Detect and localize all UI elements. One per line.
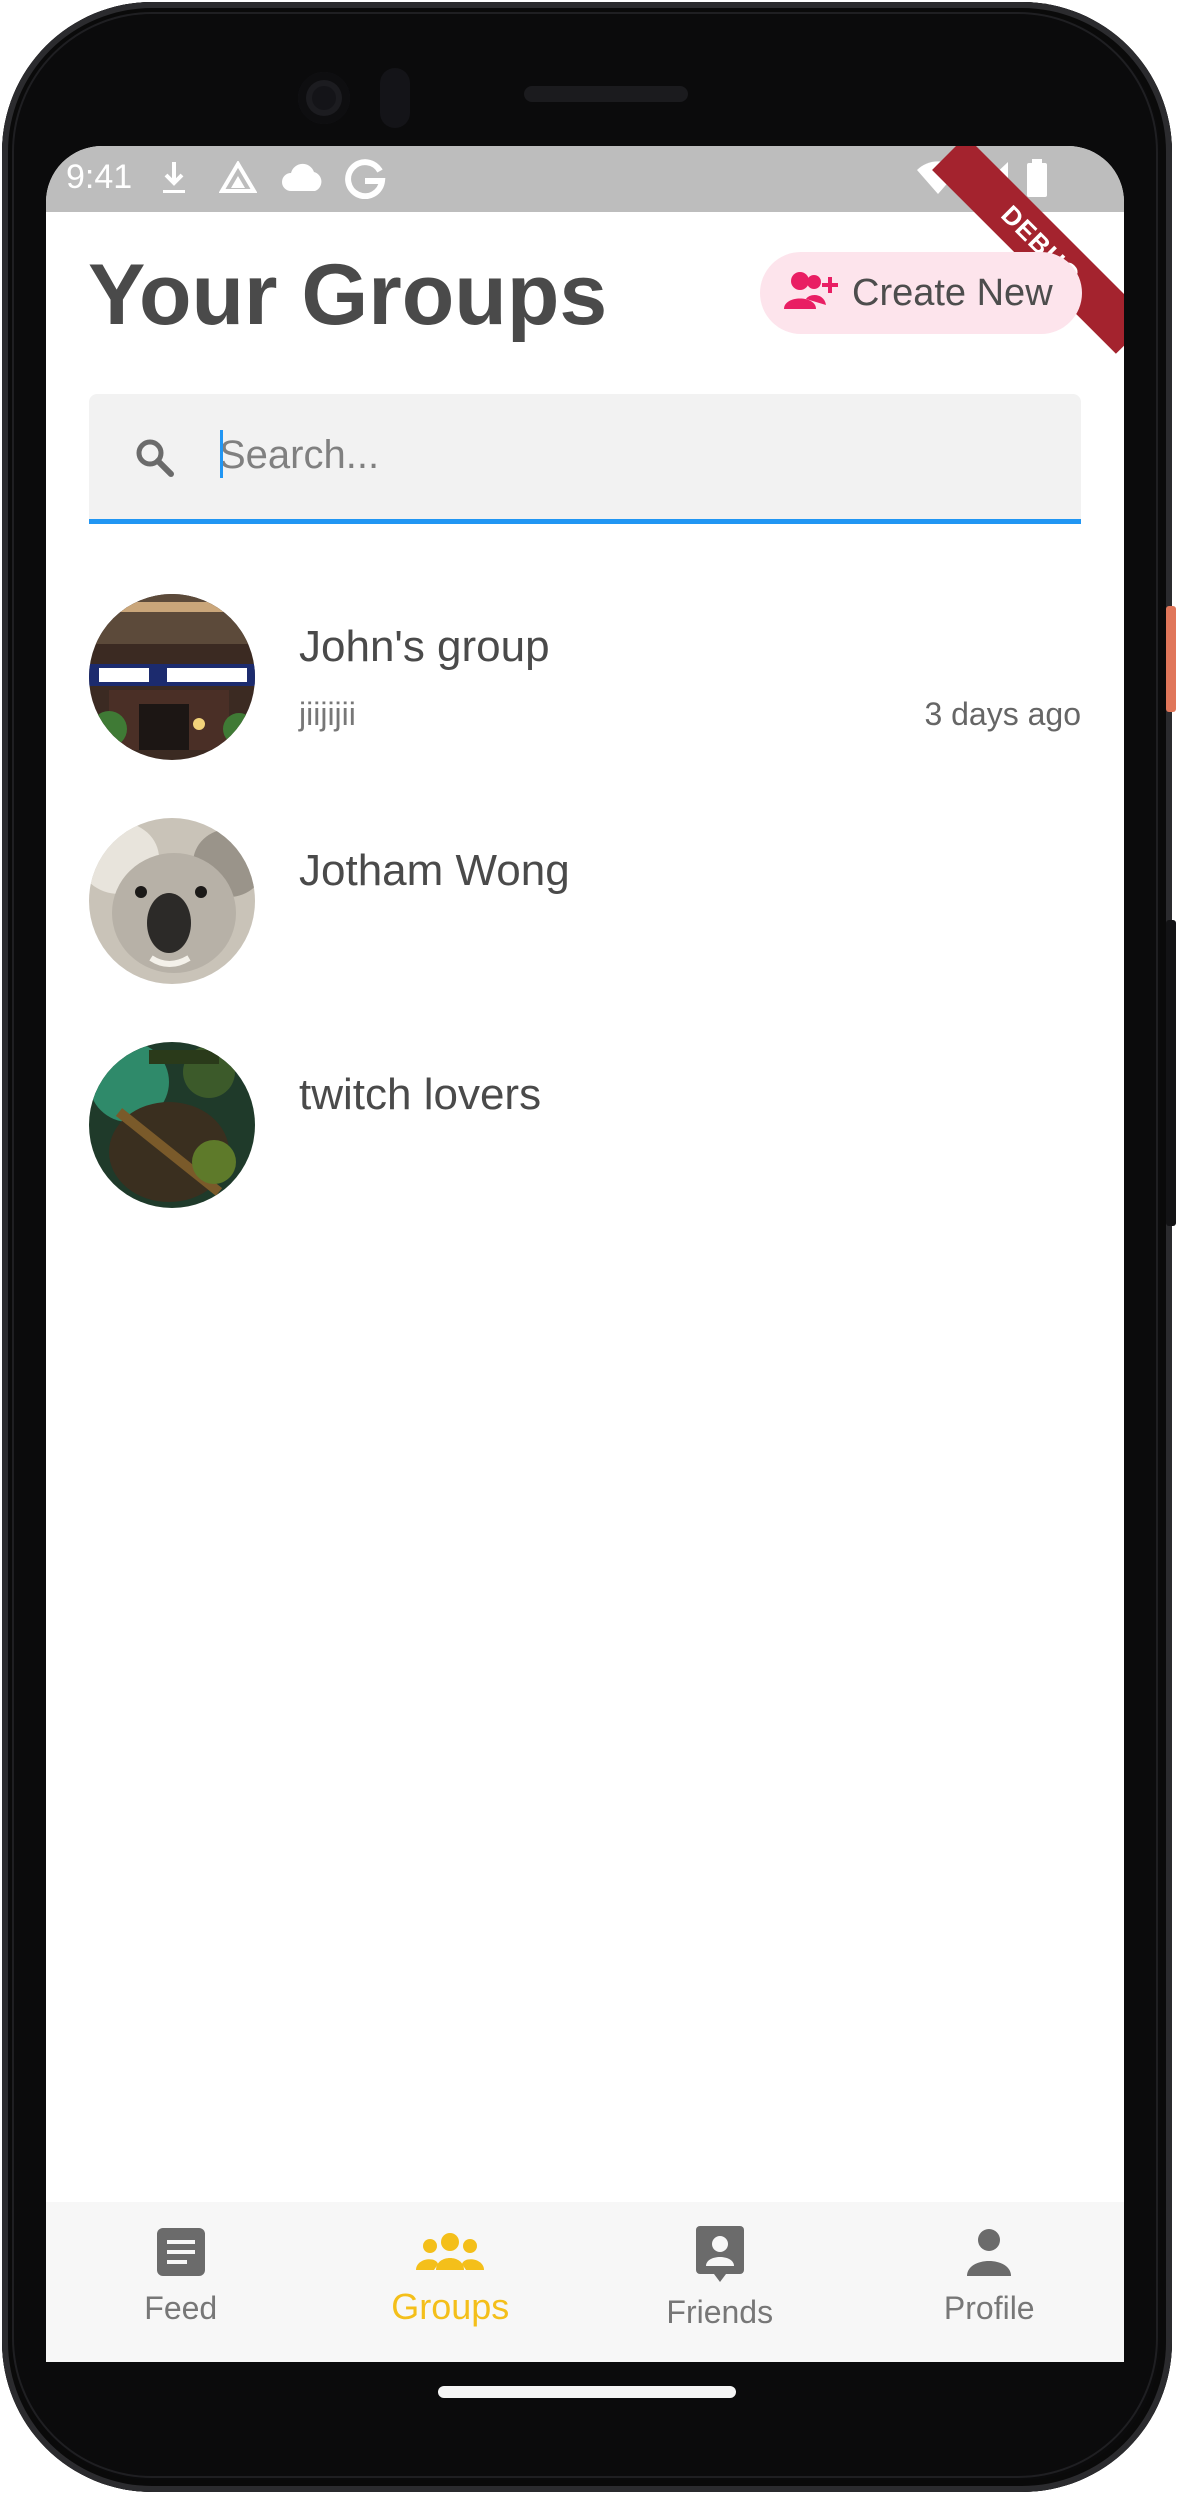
nav-label-profile: Profile	[943, 2290, 1035, 2326]
nav-item-friends[interactable]: Friends	[585, 2202, 855, 2362]
phone-device: 9:41 DEBUG Your Groups Create New Search…	[0, 0, 1178, 2498]
power-button	[1166, 606, 1176, 712]
create-new-label: Create New	[852, 271, 1053, 314]
group-avatar	[89, 1042, 255, 1208]
home-indicator[interactable]	[438, 2386, 736, 2398]
bottom-navigation: Feed Groups Friends Profile	[46, 2202, 1124, 2362]
front-camera	[298, 72, 350, 124]
group-row[interactable]: twitch lovers	[89, 1042, 1081, 1212]
groups-icon	[414, 2224, 486, 2284]
group-avatar	[89, 594, 255, 760]
nav-item-profile[interactable]: Profile	[855, 2202, 1125, 2362]
page-title: Your Groups	[88, 247, 608, 343]
add-user-icon	[782, 271, 840, 315]
nav-label-friends: Friends	[666, 2294, 774, 2330]
group-row[interactable]: Jotham Wong	[89, 818, 1081, 988]
google-g-icon	[342, 158, 388, 199]
cloud-icon	[278, 158, 328, 198]
drive-icon	[216, 158, 260, 198]
search-input[interactable]	[217, 426, 1041, 484]
search-icon	[133, 436, 177, 484]
group-time: 3 days ago	[924, 696, 1081, 732]
group-row[interactable]: John's group jiijijii 3 days ago	[89, 594, 1081, 764]
battery-icon	[1022, 158, 1052, 198]
group-avatar	[89, 818, 255, 984]
person-icon	[961, 2224, 1017, 2284]
app-screen: 9:41 DEBUG Your Groups Create New Search…	[46, 146, 1124, 2362]
nav-item-feed[interactable]: Feed	[46, 2202, 316, 2362]
create-new-button[interactable]: Create New	[760, 252, 1082, 334]
earpiece-speaker	[524, 86, 688, 102]
search-bar[interactable]	[89, 394, 1081, 524]
nav-label-feed: Feed	[144, 2290, 218, 2326]
download-icon	[154, 158, 194, 198]
contact-card-icon	[692, 2224, 748, 2288]
article-icon	[153, 2224, 209, 2284]
volume-button	[1166, 920, 1176, 1226]
group-subtitle: jiijijii	[299, 696, 356, 732]
group-name: twitch lovers	[299, 1070, 542, 1119]
status-time: 9:41	[66, 158, 133, 196]
nav-item-groups[interactable]: Groups	[316, 2202, 586, 2362]
nav-label-groups: Groups	[391, 2286, 510, 2327]
group-name: Jotham Wong	[299, 846, 570, 895]
proximity-sensor	[380, 68, 410, 128]
text-caret	[220, 430, 223, 478]
group-name: John's group	[299, 622, 550, 671]
